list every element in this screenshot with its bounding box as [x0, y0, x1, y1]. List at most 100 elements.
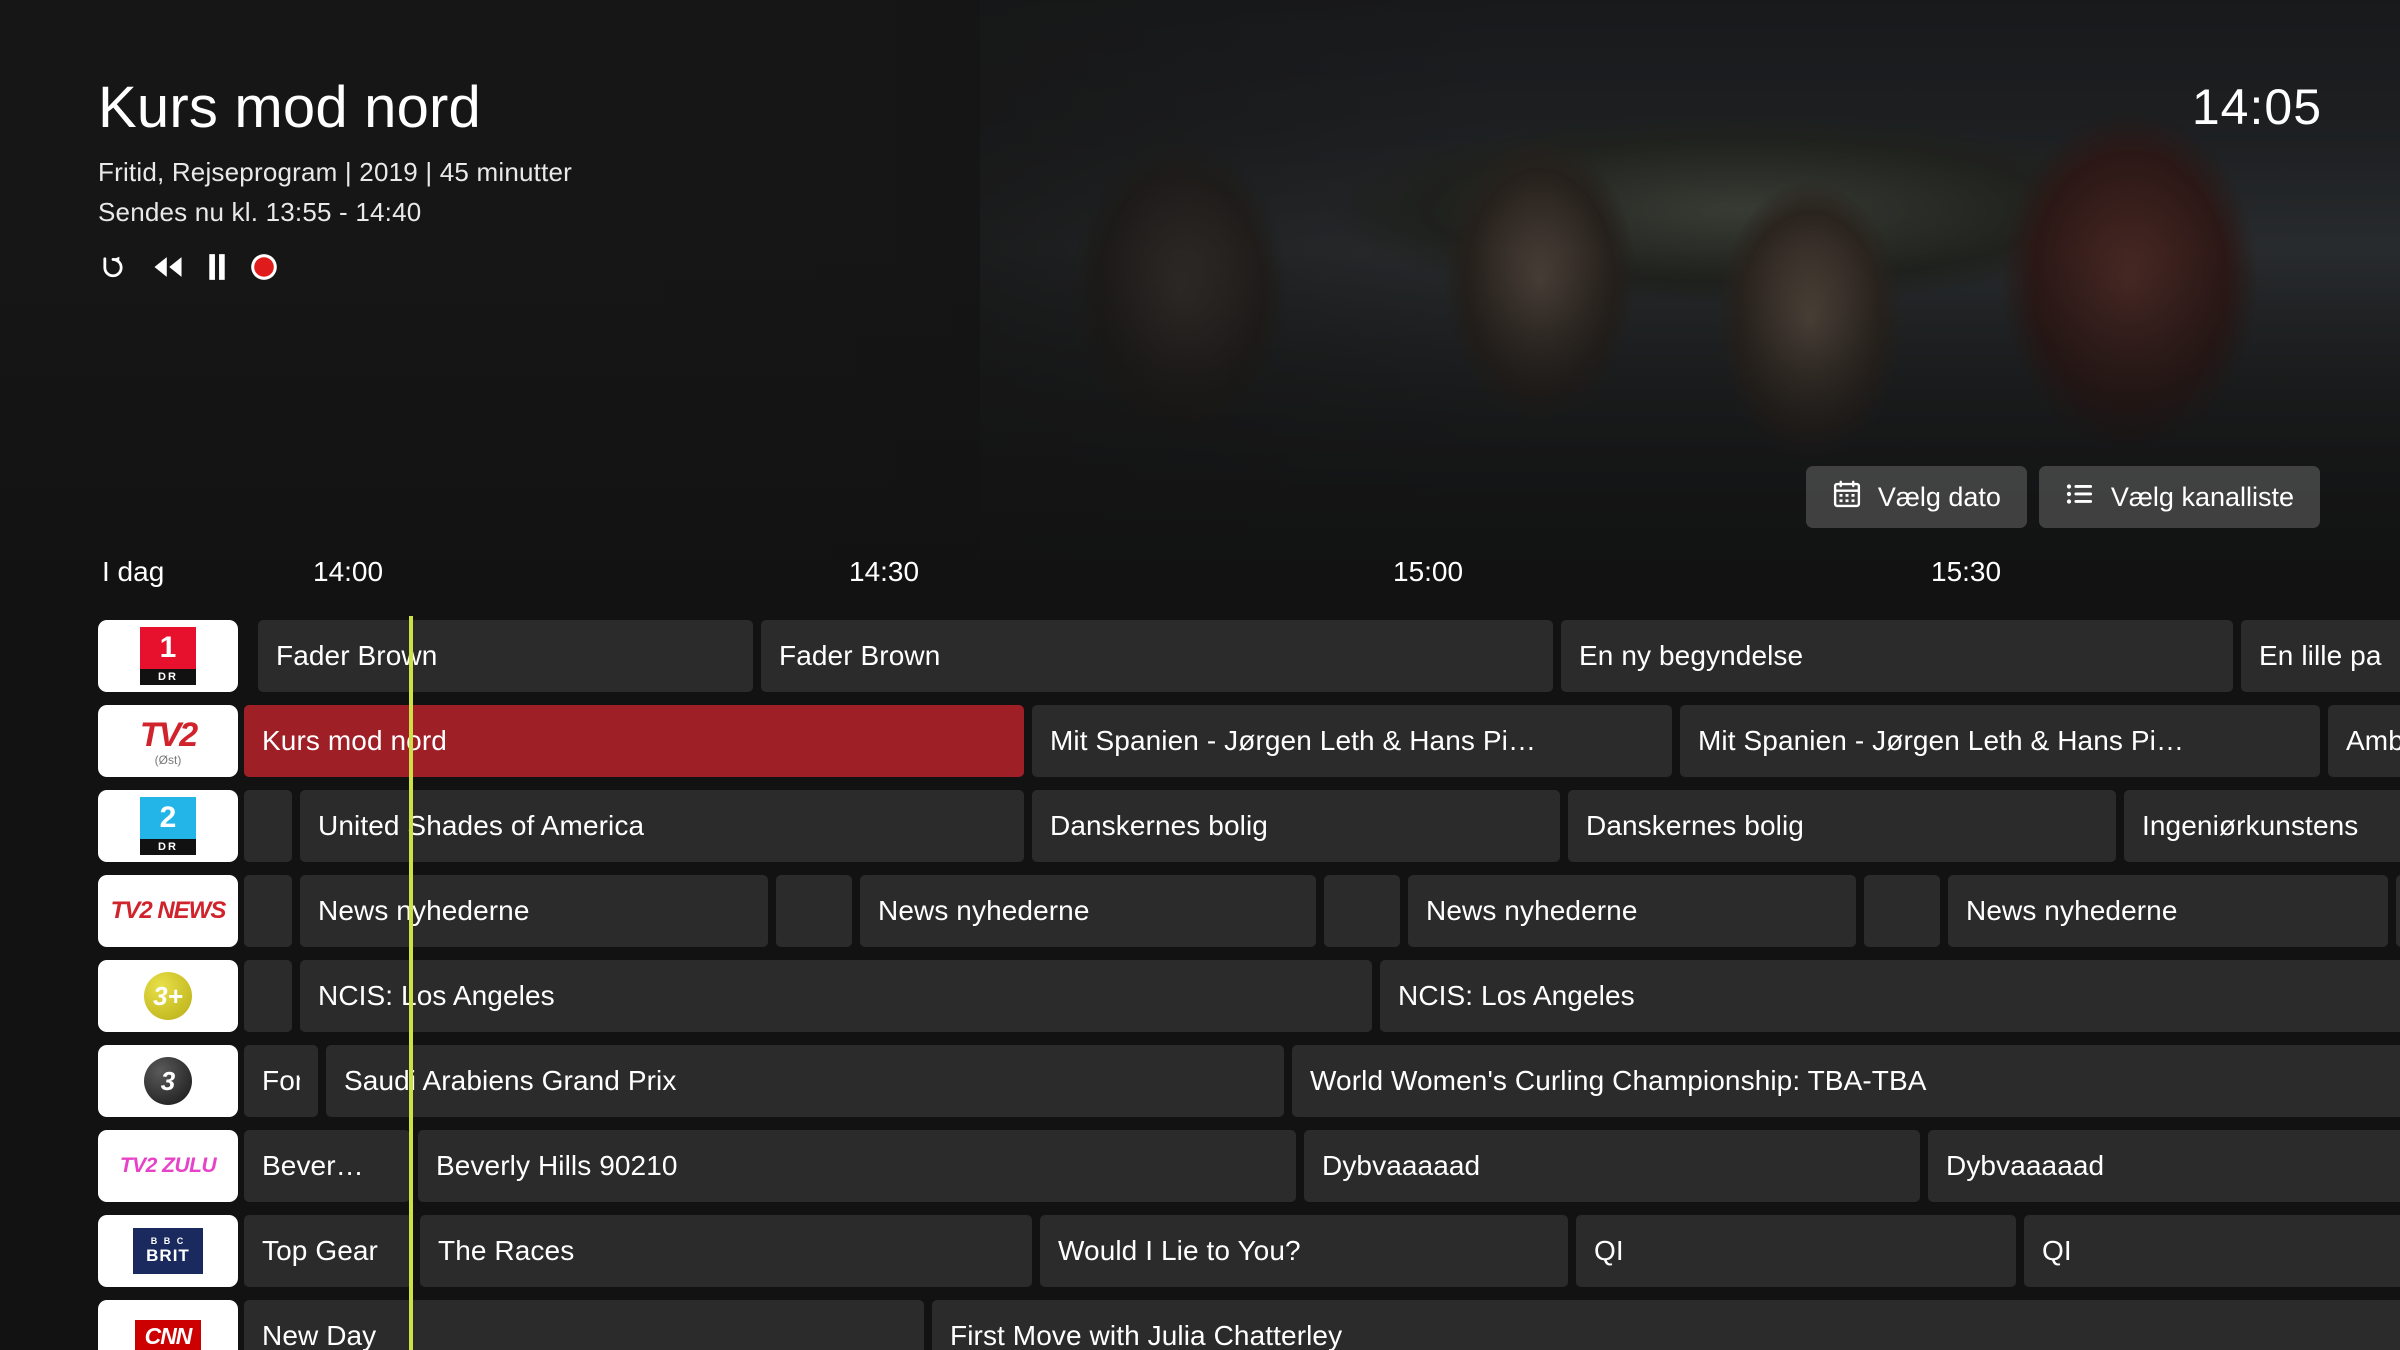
program-cell-title: United Shades of America [318, 810, 645, 841]
program-cell-title: NCIS: Los Angeles [1398, 980, 1635, 1011]
program-cell-title: Fader Brown [779, 640, 941, 671]
channel-logo-tv2zulu-logo[interactable]: TV2 ZULU [98, 1130, 238, 1202]
program-cell[interactable]: Mit Spanien - Jørgen Leth & Hans Pi… [1032, 705, 1672, 777]
channel-row: TV2 NEWS News nyhederne News nyhederne News… [0, 871, 2400, 956]
program-cell-title: Dybvaaaaad [1322, 1150, 1481, 1181]
program-cell[interactable]: Danskernes bolig [1032, 790, 1560, 862]
program-cell[interactable]: Saudi Arabiens Grand Prix [326, 1045, 1284, 1117]
program-cell[interactable]: News nyhederne [300, 875, 768, 947]
program-cell-title: World Women's Curling Championship: TBA-… [1310, 1065, 1927, 1096]
ruler-tick-3: 15:30 [1931, 556, 2002, 587]
channel-logo-dr1-logo[interactable]: 1 DR [98, 620, 238, 692]
program-cell[interactable]: New Day [244, 1300, 924, 1350]
ruler-tick-1: 14:30 [849, 556, 920, 587]
channel-logo-3sport-logo[interactable]: 3 [98, 1045, 238, 1117]
program-cell[interactable]: News nyhederne [1948, 875, 2388, 947]
channel-row: TV2 ZULU Bever… Beverly Hills 90210 Dybvaaa… [0, 1126, 2400, 1211]
program-cell-title: News nyhederne [1426, 895, 1638, 926]
channel-row: CNN New Day First Move with Julia Chatterl… [0, 1296, 2400, 1350]
channel-logo-cnn-logo[interactable]: CNN [98, 1300, 238, 1350]
channel-row: 3+ NCIS: Los Angeles NCIS: Los Angeles [0, 956, 2400, 1041]
program-cell[interactable]: Dybvaaaaad [1928, 1130, 2400, 1202]
program-cell[interactable]: Dybvaaaaad [1304, 1130, 1920, 1202]
channel-row: 2 DR United Shades of America Danskernes bo… [0, 786, 2400, 871]
program-cell[interactable]: World Women's Curling Championship: TBA-… [1292, 1045, 2400, 1117]
program-cell[interactable]: En lille pa [2241, 620, 2400, 692]
program-cell[interactable]: Top Gear [244, 1215, 412, 1287]
channel-logo-bbcbrit-logo[interactable]: B B C BRIT [98, 1215, 238, 1287]
program-cell[interactable]: V [2396, 875, 2400, 947]
ruler-tick-2: 15:00 [1393, 556, 1464, 587]
program-cell[interactable]: Formel 1: [244, 1045, 318, 1117]
program-cell[interactable]: Ingeniørkunstens [2124, 790, 2400, 862]
program-cell-title: Ambu [2346, 725, 2400, 756]
restart-icon[interactable] [98, 252, 128, 282]
program-cell[interactable] [244, 875, 292, 947]
program-cell-title: Mit Spanien - Jørgen Leth & Hans Pi… [1698, 725, 2185, 756]
program-cell-title: Danskernes bolig [1586, 810, 1804, 841]
channel-logo-tv2news-logo[interactable]: TV2 NEWS [98, 875, 238, 947]
program-cell-title: Beverly Hills 90210 [436, 1150, 678, 1181]
program-cell[interactable]: NCIS: Los Angeles [1380, 960, 2400, 1032]
ruler-today-label: I dag [102, 556, 165, 587]
program-cell-title: Would I Lie to You? [1058, 1235, 1301, 1266]
program-cell-title: Bever… [262, 1150, 364, 1181]
program-meta: Fritid, Rejseprogram | 2019 | 45 minutte… [98, 156, 573, 187]
program-cell-title: NCIS: Los Angeles [318, 980, 555, 1011]
program-cell-title: First Move with Julia Chatterley [950, 1320, 1343, 1350]
program-cell-title: Ingeniørkunstens [2142, 810, 2359, 841]
program-cell-selected[interactable]: Kurs mod nord [244, 705, 1024, 777]
program-cell[interactable] [1324, 875, 1400, 947]
program-cell-title: En lille pa [2259, 640, 2382, 671]
program-cell-title: Danskernes bolig [1050, 810, 1268, 841]
pick-channel-list-button[interactable]: Vælg kanalliste [2038, 466, 2320, 528]
channel-row: TV2 (Øst) Kurs mod nord Mit Spanien - Jørge… [0, 701, 2400, 786]
program-cell[interactable]: NCIS: Los Angeles [300, 960, 1372, 1032]
channel-logo-tv2-ost-logo[interactable]: TV2 (Øst) [98, 705, 238, 777]
program-cell[interactable] [244, 790, 292, 862]
program-cell[interactable]: The Races [420, 1215, 1032, 1287]
pause-icon[interactable] [208, 252, 226, 282]
program-cell[interactable]: Fader Brown [761, 620, 1553, 692]
program-cell[interactable]: Would I Lie to You? [1040, 1215, 1568, 1287]
program-cell[interactable]: En ny begyndelse [1561, 620, 2233, 692]
program-cell-title: Dybvaaaaad [1946, 1150, 2105, 1181]
record-icon[interactable] [250, 252, 278, 282]
channel-row: 3 Formel 1: Saudi Arabiens Grand Prix World… [0, 1041, 2400, 1126]
program-cell[interactable]: First Move with Julia Chatterley [932, 1300, 2400, 1350]
program-cell[interactable]: Bever… [244, 1130, 410, 1202]
program-grid[interactable]: 1 DR Fader Brown Fader Brown En ny begyndels… [0, 616, 2400, 1350]
channel-logo-dr2-logo[interactable]: 2 DR [98, 790, 238, 862]
rewind-icon[interactable] [152, 252, 184, 282]
program-cell-title: News nyhederne [878, 895, 1090, 926]
program-cell[interactable]: News nyhederne [1408, 875, 1856, 947]
program-cell[interactable]: Danskernes bolig [1568, 790, 2116, 862]
program-cell-title: Top Gear [262, 1235, 378, 1266]
clock: 14:05 [2191, 79, 2322, 135]
program-cell[interactable] [1864, 875, 1940, 947]
program-cell[interactable]: Beverly Hills 90210 [418, 1130, 1296, 1202]
program-cell[interactable]: Ambu [2328, 705, 2400, 777]
program-cell-title: Formel 1: [262, 1065, 300, 1096]
program-cell[interactable]: Fader Brown [258, 620, 753, 692]
program-cell-title: The Races [438, 1235, 575, 1266]
pick-channel-list-label: Vælg kanalliste [2110, 481, 2294, 512]
program-cell-title: QI [1594, 1235, 1624, 1266]
program-cell[interactable]: QI [1576, 1215, 2016, 1287]
program-cell-title: New Day [262, 1320, 377, 1350]
now-indicator [409, 616, 413, 1350]
program-cell[interactable] [776, 875, 852, 947]
program-cell-title: News nyhederne [1966, 895, 2178, 926]
pick-date-label: Vælg dato [1877, 481, 2001, 512]
program-cell[interactable]: QI [2024, 1215, 2400, 1287]
calendar-icon [1832, 479, 1862, 516]
program-cell-title: Mit Spanien - Jørgen Leth & Hans Pi… [1050, 725, 1537, 756]
channel-logo-3plus-logo[interactable]: 3+ [98, 960, 238, 1032]
page-title: Kurs mod nord [98, 75, 481, 140]
program-cell[interactable]: News nyhederne [860, 875, 1316, 947]
program-cell[interactable] [244, 960, 292, 1032]
channel-row: 1 DR Fader Brown Fader Brown En ny begyndels… [0, 616, 2400, 701]
channel-row: B B C BRIT Top Gear The Races Would I Lie to… [0, 1211, 2400, 1296]
pick-date-button[interactable]: Vælg dato [1805, 466, 2027, 528]
program-cell[interactable]: Mit Spanien - Jørgen Leth & Hans Pi… [1680, 705, 2320, 777]
